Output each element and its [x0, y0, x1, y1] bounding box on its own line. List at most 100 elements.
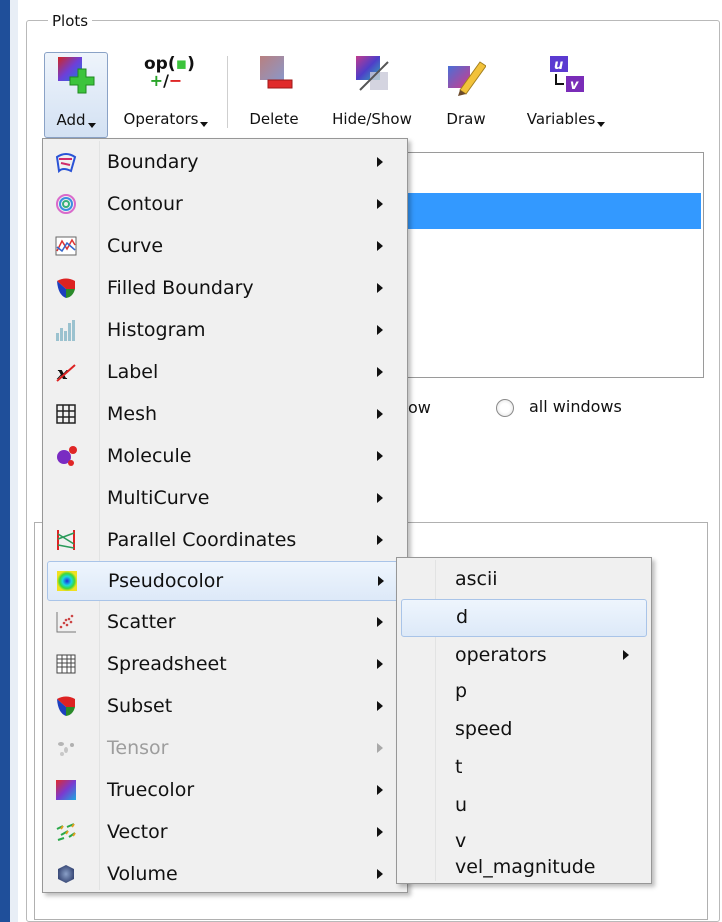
spreadsheet-icon: [56, 654, 76, 674]
submenu-arrow-icon: [378, 576, 384, 586]
menu-item-label: Tensor: [107, 737, 169, 759]
submenu-item-label: u: [455, 794, 468, 816]
submenu-item-label: ascii: [455, 568, 498, 590]
add-plot-icon: [58, 57, 95, 94]
menu-item-label: Histogram: [107, 319, 206, 341]
menu-item-label: Curve: [107, 235, 164, 257]
menu-item-label: Pseudocolor: [108, 570, 224, 592]
menu-item-volume[interactable]: Volume: [47, 855, 403, 893]
menu-item-label: Scatter: [107, 611, 176, 633]
menu-item-parallel-coordinates[interactable]: Parallel Coordinates: [47, 521, 403, 559]
hide-show-button-label: Hide/Show: [332, 110, 412, 128]
menu-item-filled-boundary[interactable]: Filled Boundary: [47, 269, 403, 307]
submenu-item-vel-magnitude[interactable]: vel_magnitude: [401, 856, 645, 880]
submenu-item-label: p: [455, 680, 468, 702]
menu-item-truecolor[interactable]: Truecolor: [47, 771, 403, 809]
menu-item-spreadsheet[interactable]: Spreadsheet: [47, 645, 403, 683]
menu-item-label: Vector: [107, 821, 168, 843]
menu-item-histogram[interactable]: Histogram: [47, 311, 403, 349]
submenu-item-operators[interactable]: operators: [401, 638, 645, 674]
menu-item-label: Label: [107, 361, 159, 383]
submenu-item-label: speed: [455, 718, 513, 740]
pseudocolor-icon: [57, 571, 77, 591]
window-left-edge: [0, 0, 18, 922]
submenu-item-p[interactable]: p: [401, 674, 645, 710]
toolbar-separator: [227, 56, 228, 128]
all-windows-label: all windows: [529, 397, 622, 416]
submenu-item-label: t: [455, 756, 463, 778]
submenu-item-d[interactable]: d: [401, 599, 647, 637]
menu-item-subset[interactable]: Subset: [47, 687, 403, 725]
menu-item-label: Boundary: [107, 151, 199, 173]
menu-item-label: Volume: [107, 863, 178, 885]
add-button-label: Add: [56, 111, 86, 129]
menu-item-mesh[interactable]: Mesh: [47, 395, 403, 433]
variables-button[interactable]: u v Variables: [508, 52, 624, 136]
menu-item-label: Spreadsheet: [107, 653, 227, 675]
menu-item-label: Filled Boundary: [107, 277, 254, 299]
submenu-item-label: v: [455, 830, 467, 852]
submenu-item-speed[interactable]: speed: [401, 712, 645, 748]
delete-button[interactable]: Delete: [236, 52, 312, 136]
operators-icon: op(▪) +/−: [144, 54, 195, 90]
menu-item-vector[interactable]: Vector: [47, 813, 403, 851]
submenu-arrow-icon: [377, 827, 383, 837]
svg-text:v: v: [570, 78, 579, 93]
plots-group-title: Plots: [48, 12, 93, 30]
menu-item-pseudocolor[interactable]: Pseudocolor: [47, 561, 405, 601]
plot-list[interactable]: [406, 152, 704, 378]
delete-plot-icon: [260, 56, 293, 89]
dropdown-arrow-icon: [200, 122, 209, 127]
operators-button[interactable]: op(▪) +/− Operators: [112, 52, 220, 136]
menu-item-tensor: Tensor: [47, 729, 403, 767]
hide-show-button[interactable]: Hide/Show: [318, 52, 426, 136]
menu-item-molecule[interactable]: Molecule: [47, 437, 403, 475]
operators-button-label: Operators: [123, 110, 199, 128]
add-button[interactable]: Add: [44, 52, 108, 138]
all-windows-radio[interactable]: [496, 399, 514, 417]
menu-item-label: Parallel Coordinates: [107, 529, 297, 551]
menu-item-scatter[interactable]: Scatter: [47, 603, 403, 641]
menu-item-label: Molecule: [107, 445, 192, 467]
submenu-arrow-icon: [377, 535, 383, 545]
menu-item-label: Contour: [107, 193, 183, 215]
submenu-item-v[interactable]: v: [401, 824, 645, 860]
submenu-arrow-icon: [377, 785, 383, 795]
submenu-arrow-icon: [377, 701, 383, 711]
submenu-item-t[interactable]: t: [401, 750, 645, 786]
filled-boundary-icon: [57, 278, 75, 298]
submenu-item-ascii[interactable]: ascii: [401, 562, 645, 598]
dropdown-arrow-icon: [597, 122, 606, 127]
curve-icon: [55, 236, 77, 256]
submenu-arrow-icon: [377, 241, 383, 251]
plot-list-selected-row[interactable]: [407, 193, 701, 229]
menu-item-label: Mesh: [107, 403, 158, 425]
menu-item-label: MultiCurve: [107, 487, 210, 509]
apply-to-active-window-label: ow: [408, 398, 431, 417]
menu-item-label: Subset: [107, 695, 173, 717]
submenu-arrow-icon: [377, 409, 383, 419]
submenu-arrow-icon: [377, 199, 383, 209]
mesh-icon: [56, 404, 76, 424]
submenu-item-u[interactable]: u: [401, 788, 645, 824]
menu-item-multicurve[interactable]: MultiCurve: [47, 479, 403, 517]
submenu-arrow-icon: [377, 493, 383, 503]
molecule-icon: [57, 446, 77, 466]
hide-show-icon: [356, 56, 389, 91]
submenu-arrow-icon: [377, 367, 383, 377]
label-icon: x: [56, 363, 76, 383]
menu-item-contour[interactable]: Contour: [47, 185, 403, 223]
submenu-arrow-icon: [377, 157, 383, 167]
draw-button[interactable]: Draw: [436, 52, 496, 136]
menu-item-boundary[interactable]: Boundary: [47, 143, 403, 181]
dropdown-arrow-icon: [87, 123, 96, 128]
submenu-arrow-icon: [377, 659, 383, 669]
histogram-icon: [56, 320, 75, 341]
submenu-arrow-icon: [377, 617, 383, 627]
volume-icon: [58, 865, 74, 883]
menu-item-curve[interactable]: Curve: [47, 227, 403, 265]
boundary-icon: [55, 153, 77, 173]
svg-text:u: u: [554, 58, 563, 73]
menu-item-label[interactable]: x Label: [47, 353, 403, 391]
submenu-arrow-icon: [377, 283, 383, 293]
